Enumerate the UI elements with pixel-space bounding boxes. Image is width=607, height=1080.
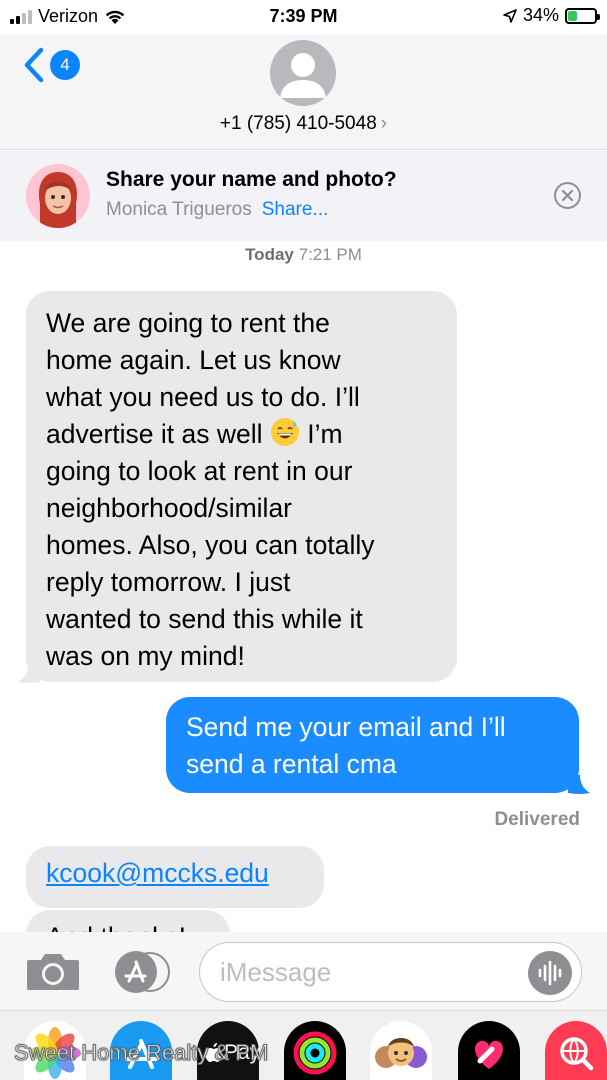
- status-indicators: 34%: [503, 5, 600, 26]
- message-line: going to look at rent in our: [46, 456, 353, 486]
- imessage-app-drawer: Pay: [0, 1010, 607, 1080]
- profile-name: Monica Trigueros: [106, 199, 252, 220]
- email-link-bubble[interactable]: kcook@mccks.edu: [26, 846, 324, 908]
- activity-app-icon[interactable]: [284, 1021, 346, 1080]
- message-line-part: I’m: [299, 419, 343, 449]
- imessage-field[interactable]: [199, 942, 582, 1002]
- close-icon: [561, 189, 574, 202]
- app-store-icon[interactable]: [112, 950, 172, 994]
- globe-search-icon: [560, 1037, 594, 1071]
- memoji-avatar: [26, 164, 90, 228]
- location-arrow-icon: [503, 8, 517, 23]
- imessage-input[interactable]: [220, 955, 520, 989]
- apple-pay-label: Pay: [224, 1041, 259, 1064]
- back-button[interactable]: 4: [22, 46, 80, 84]
- chevron-right-icon: ›: [380, 113, 388, 134]
- battery-icon: [565, 7, 600, 24]
- battery-fill: [568, 10, 577, 21]
- message-line: reply tomorrow. I just: [46, 567, 291, 597]
- outgoing-message-bubble[interactable]: Send me your email and I’ll send a renta…: [166, 697, 579, 793]
- message-line: homes. Also, you can totally: [46, 530, 375, 560]
- person-silhouette-icon: [280, 53, 326, 98]
- message-line-with-emoji: advertise it as well I’m: [46, 416, 437, 453]
- conversation-timestamp: Today 7:21 PM: [0, 245, 607, 265]
- share-name-photo-banner: Share your name and photo? Monica Trigue…: [0, 151, 607, 241]
- unread-count-badge: 4: [50, 50, 80, 80]
- message-line: was on my mind!: [46, 641, 245, 671]
- digital-touch-app-icon[interactable]: [458, 1021, 520, 1080]
- memoji-stickers-app-icon[interactable]: [370, 1021, 432, 1080]
- timestamp-time: 7:21 PM: [298, 245, 362, 264]
- timestamp-day: Today: [245, 245, 294, 264]
- share-banner-title: Share your name and photo?: [106, 168, 397, 191]
- apple-logo-icon: [205, 1043, 222, 1062]
- conversation-header: 4 +1 (785) 410-5048 ›: [0, 34, 607, 150]
- message-line: wanted to send this while it: [46, 604, 363, 634]
- camera-icon[interactable]: [25, 952, 81, 992]
- app-store-app-icon[interactable]: [110, 1021, 172, 1080]
- incoming-message-bubble[interactable]: We are going to rent the home again. Let…: [26, 291, 457, 682]
- memoji-group-icon: [375, 1038, 427, 1068]
- message-line: neighborhood/similar: [46, 493, 293, 523]
- audio-message-button[interactable]: [528, 951, 572, 995]
- chevron-left-icon: [24, 47, 44, 83]
- web-search-app-icon[interactable]: [545, 1021, 607, 1080]
- incoming-bubble-tail: [18, 664, 40, 683]
- contact-avatar[interactable]: [270, 40, 336, 106]
- delivery-status: Delivered: [494, 809, 580, 830]
- status-bar: Verizon 7:39 PM 34%: [0, 0, 607, 34]
- dismiss-banner-button[interactable]: [554, 182, 581, 209]
- memoji-face-icon: [38, 172, 78, 228]
- message-line: home again. Let us know: [46, 345, 341, 375]
- app-store-a-icon: [124, 1039, 158, 1069]
- photos-app-icon[interactable]: [24, 1021, 86, 1080]
- message-line: Send me your email and I’ll: [186, 712, 506, 742]
- waveform-icon: [538, 960, 562, 986]
- message-line: send a rental cma: [186, 749, 397, 779]
- message-line: We are going to rent the: [46, 308, 330, 338]
- apple-pay-app-icon[interactable]: Pay: [197, 1021, 259, 1080]
- contact-number[interactable]: +1 (785) 410-5048 ›: [0, 113, 607, 135]
- battery-percent: 34%: [522, 5, 559, 25]
- outgoing-bubble-tail: [568, 775, 590, 794]
- heart-touch-icon: [475, 1040, 503, 1069]
- contact-number-text: +1 (785) 410-5048: [219, 113, 377, 134]
- grinning-sweat-emoji-icon: [270, 418, 299, 446]
- share-banner-subtitle: Monica Trigueros Share...: [106, 199, 328, 221]
- activity-rings-icon: [293, 1031, 337, 1075]
- photos-flower-icon: [29, 1027, 81, 1079]
- message-line: what you need us to do. I’ll: [46, 382, 360, 412]
- message-line-part: advertise it as well: [46, 419, 263, 449]
- share-link[interactable]: Share...: [262, 199, 329, 220]
- message-input-bar: [0, 932, 607, 1010]
